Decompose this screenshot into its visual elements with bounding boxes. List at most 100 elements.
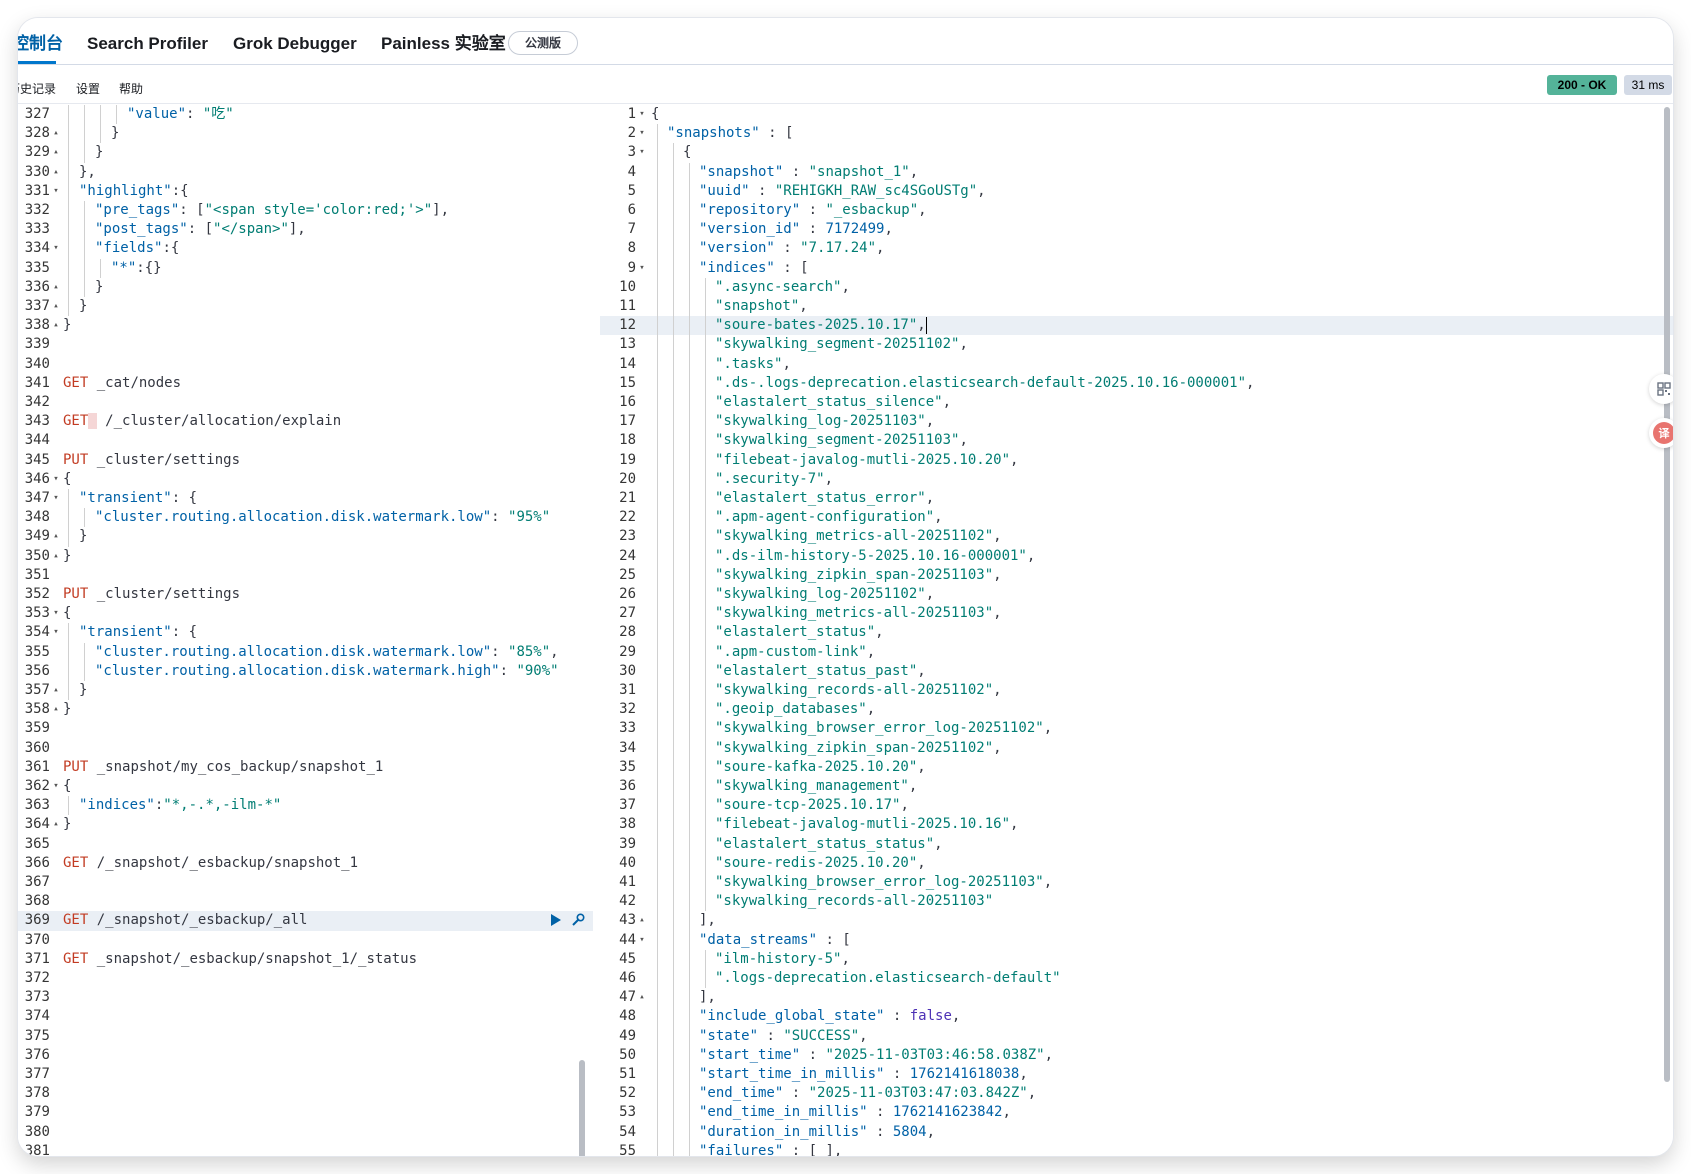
unfold-toggle-icon[interactable]: ▴ [51,163,61,182]
code-line[interactable]: 46 ".logs-deprecation.elasticsearch-defau… [600,969,1673,989]
code-line[interactable]: 22 ".apm-agent-configuration", [600,508,1673,528]
code-line[interactable]: 3 ▾ { [600,143,1673,163]
code-line[interactable]: 45 "ilm-history-5", [600,949,1673,969]
code-line[interactable]: 377 [18,1065,593,1084]
code-line[interactable]: 328 ▴} [18,124,593,144]
code-line[interactable]: 368 [18,892,593,911]
code-line[interactable]: 370 [18,931,593,950]
code-line[interactable]: 365 [18,835,593,854]
code-line[interactable]: 360 [18,739,593,758]
code-line[interactable]: 346 ▾{ [18,470,593,489]
translate-icon[interactable]: 译 [1649,418,1673,448]
code-line[interactable]: 11 "snapshot", [600,297,1673,317]
pane-resizer[interactable] [593,105,600,1156]
code-line[interactable]: 340 [18,355,593,374]
code-line[interactable]: 38 "filebeat-javalog-mutli-2025.10.16", [600,815,1673,835]
fold-toggle-icon[interactable]: ▾ [637,143,647,162]
code-line[interactable]: 329 ▴} [18,143,593,163]
code-line[interactable]: 44 ▾ "data_streams" : [ [600,930,1673,950]
code-line[interactable]: 366 GET /_snapshot/_esbackup/snapshot_1 [18,854,593,873]
fold-toggle-icon[interactable]: ▾ [637,105,647,124]
code-line[interactable]: 55 "failures" : [ ], [600,1141,1673,1156]
code-line[interactable]: 52 "end_time" : "2025-11-03T03:47:03.842Z… [600,1084,1673,1104]
code-line[interactable]: 28 "elastalert_status", [600,623,1673,643]
code-line[interactable]: 374 [18,1007,593,1026]
code-line[interactable]: 1 ▾{ [600,105,1673,124]
fold-toggle-icon[interactable]: ▾ [51,777,61,796]
code-line[interactable]: 34 "skywalking_zipkin_span-20251102", [600,738,1673,758]
code-line[interactable]: 373 [18,988,593,1007]
code-line[interactable]: 48 "include_global_state" : false, [600,1007,1673,1027]
code-line[interactable]: 42 "skywalking_records-all-20251103" [600,892,1673,912]
unfold-toggle-icon[interactable]: ▴ [51,815,61,834]
code-line[interactable]: 362 ▾{ [18,777,593,796]
code-line[interactable]: 351 [18,566,593,585]
code-line[interactable]: 335 "*":{} [18,258,593,278]
fold-toggle-icon[interactable]: ▾ [51,604,61,623]
response-viewer[interactable]: 1 ▾{2 ▾ "snapshots" : [3 ▾{4 "snapshot" : "sn… [600,105,1673,1156]
code-line[interactable]: 354 ▾ "transient": { [18,623,593,643]
fold-toggle-icon[interactable]: ▾ [51,623,61,642]
code-line[interactable]: 24 ".ds-ilm-history-5-2025.10.16-000001", [600,546,1673,566]
code-line[interactable]: 32 ".geoip_databases", [600,700,1673,720]
fold-toggle-icon[interactable]: ▾ [637,259,647,278]
code-line[interactable]: 19 "filebeat-javalog-mutli-2025.10.20", [600,450,1673,470]
code-line[interactable]: 342 [18,393,593,412]
code-line[interactable]: 333 "post_tags": ["</span>"], [18,220,593,240]
wrench-icon[interactable] [570,912,586,928]
fold-toggle-icon[interactable]: ▾ [51,239,61,258]
code-line[interactable]: 39 "elastalert_status_status", [600,834,1673,854]
fold-toggle-icon[interactable]: ▾ [637,931,647,950]
code-line[interactable]: 8 "version" : "7.17.24", [600,239,1673,259]
code-line[interactable]: 375 [18,1027,593,1046]
tab-painless-lab[interactable]: Painless 实验室 [381,34,506,54]
code-line[interactable]: 369 GET /_snapshot/_esbackup/_all [18,911,593,931]
code-line[interactable]: 359 [18,719,593,738]
settings-link[interactable]: 设置 [76,80,100,97]
code-line[interactable]: 347 ▾ "transient": { [18,489,593,509]
play-icon[interactable] [551,914,561,927]
unfold-toggle-icon[interactable]: ▴ [51,681,61,700]
code-line[interactable]: 37 "soure-tcp-2025.10.17", [600,796,1673,816]
code-line[interactable]: 26 "skywalking_log-20251102", [600,585,1673,605]
fold-toggle-icon[interactable]: ▾ [637,124,647,143]
code-line[interactable]: 35 "soure-kafka-2025.10.20", [600,757,1673,777]
code-line[interactable]: 51 "start_time_in_millis" : 1762141618038… [600,1065,1673,1085]
code-line[interactable]: 338 ▴} [18,316,593,335]
unfold-toggle-icon[interactable]: ▴ [51,143,61,162]
fold-toggle-icon[interactable]: ▾ [51,182,61,201]
code-line[interactable]: 25 "skywalking_zipkin_span-20251103", [600,565,1673,585]
response-scrollbar[interactable] [1664,107,1670,1082]
code-line[interactable]: 334 ▾ "fields":{ [18,239,593,259]
code-line[interactable]: 20 ".security-7", [600,469,1673,489]
history-link[interactable]: 历史记录 [18,80,56,97]
tab-console[interactable]: 控制台 [18,34,63,54]
code-line[interactable]: 380 [18,1123,593,1142]
code-line[interactable]: 6 "repository" : "_esbackup", [600,201,1673,221]
code-line[interactable]: 7 "version_id" : 7172499, [600,220,1673,240]
code-line[interactable]: 352 PUT _cluster/settings [18,585,593,604]
code-line[interactable]: 18 "skywalking_segment-20251103", [600,431,1673,451]
code-line[interactable]: 376 [18,1046,593,1065]
code-line[interactable]: 47 ▴], [600,988,1673,1008]
code-line[interactable]: 345 PUT _cluster/settings [18,451,593,470]
grid-icon[interactable] [1649,374,1673,404]
code-line[interactable]: 337 ▴} [18,297,593,317]
code-line[interactable]: 348 "cluster.routing.allocation.disk.wate… [18,508,593,528]
code-line[interactable]: 372 [18,969,593,988]
unfold-toggle-icon[interactable]: ▴ [637,988,647,1007]
fold-toggle-icon[interactable]: ▾ [51,470,61,489]
code-line[interactable]: 31 "skywalking_records-all-20251102", [600,681,1673,701]
unfold-toggle-icon[interactable]: ▴ [51,527,61,546]
code-line[interactable]: 23 "skywalking_metrics-all-20251102", [600,527,1673,547]
code-line[interactable]: 30 "elastalert_status_past", [600,661,1673,681]
code-line[interactable]: 21 "elastalert_status_error", [600,489,1673,509]
code-line[interactable]: 356 "cluster.routing.allocation.disk.wate… [18,661,593,681]
code-line[interactable]: 15 ".ds-.logs-deprecation.elasticsearch-d… [600,373,1673,393]
code-line[interactable]: 355 "cluster.routing.allocation.disk.wate… [18,642,593,662]
code-line[interactable]: 364 ▴} [18,815,593,834]
request-scrollbar[interactable] [579,1060,585,1156]
code-line[interactable]: 339 [18,335,593,354]
code-line[interactable]: 357 ▴} [18,681,593,701]
code-line[interactable]: 381 [18,1142,593,1156]
